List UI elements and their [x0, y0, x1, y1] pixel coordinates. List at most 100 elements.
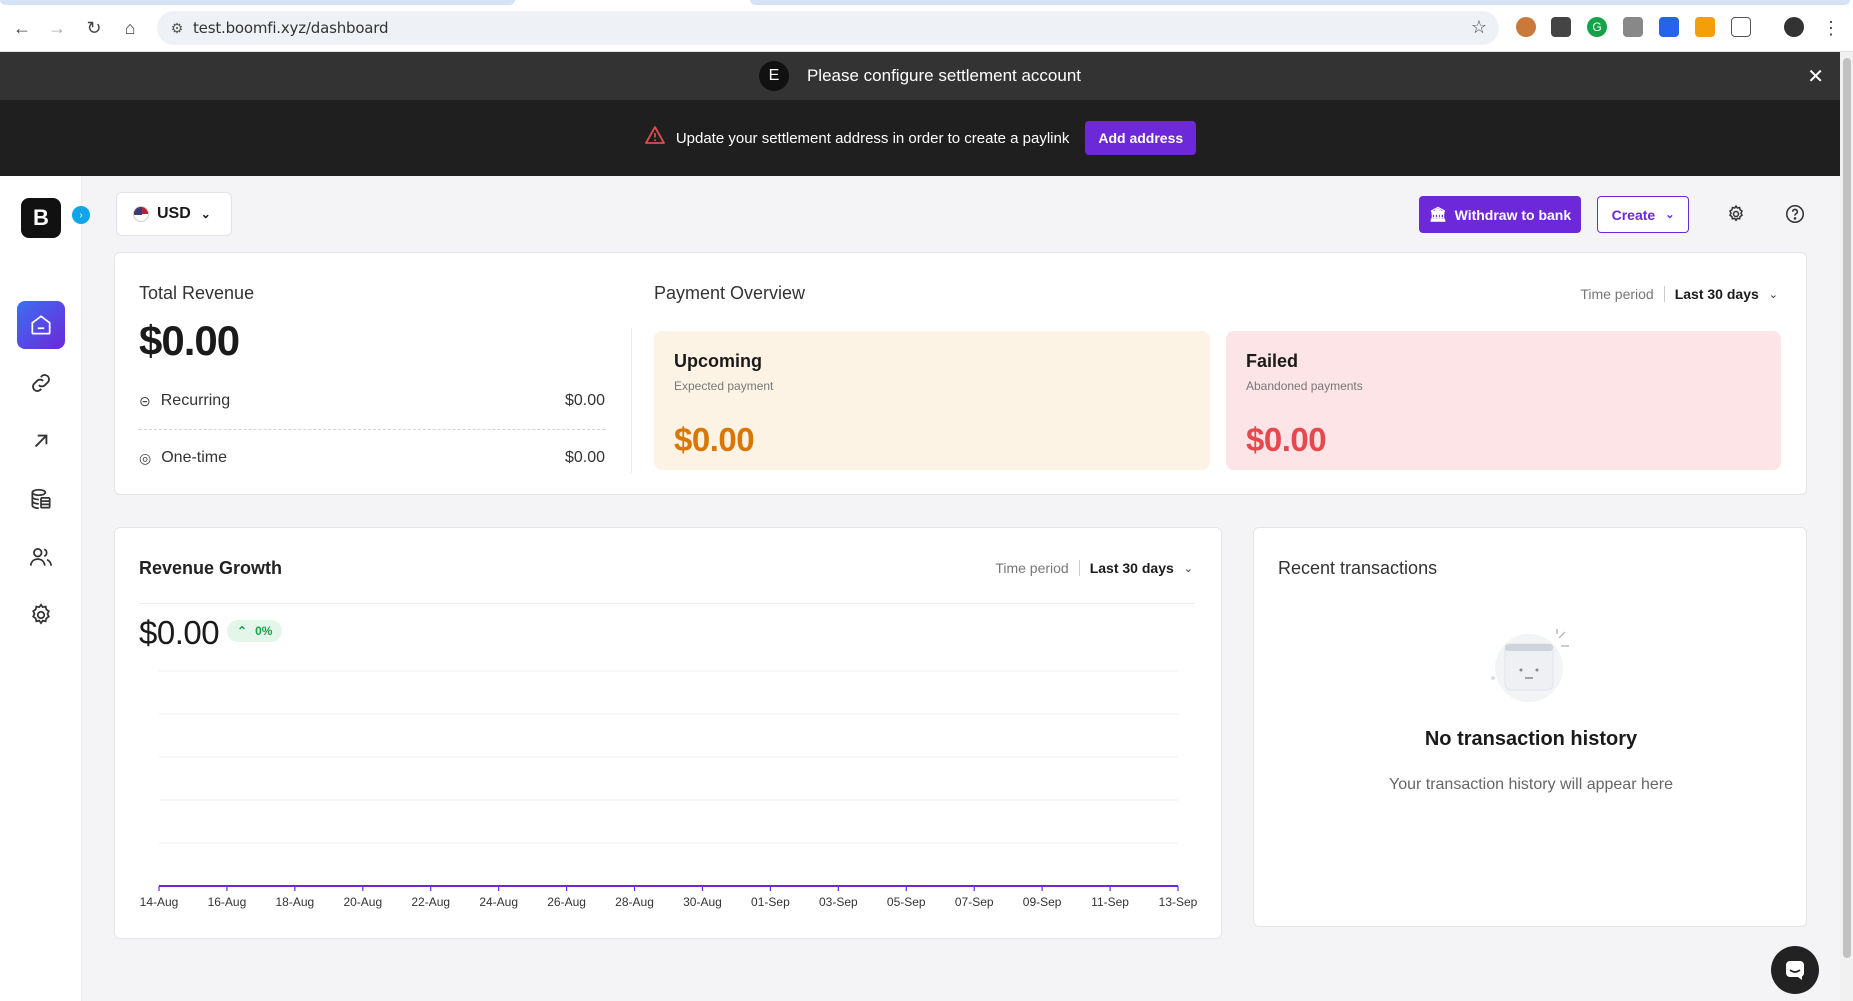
back-icon[interactable]: ←	[10, 16, 34, 40]
url-text[interactable]: test.boomfi.xyz/dashboard	[193, 19, 389, 37]
warning-text: Update your settlement address in order …	[675, 129, 1070, 147]
sidebar-item-home[interactable]	[17, 301, 65, 349]
period-value: Last 30 days	[1674, 286, 1759, 302]
x-tick-label: 11-Sep	[1091, 895, 1129, 909]
payment-overview-title: Payment Overview	[654, 283, 806, 303]
recent-transactions-title: Recent transactions	[1278, 558, 1438, 578]
browser-toolbar: ← → ↻ ⌂ ⚙ test.boomfi.xyz/dashboard ☆ G …	[0, 0, 1853, 52]
x-tick-label: 20-Aug	[343, 895, 382, 909]
total-revenue-title: Total Revenue	[139, 283, 255, 303]
chevron-down-icon: ⌄	[200, 207, 211, 221]
upcoming-title: Upcoming	[674, 351, 762, 371]
onetime-row: ◎ One-time $0.00	[139, 449, 605, 467]
recurring-icon: ⊝	[139, 392, 151, 409]
failed-card: Failed Abandoned payments $0.00	[1226, 331, 1781, 470]
recurring-row: ⊝ Recurring $0.00	[139, 392, 605, 410]
grammarly-icon[interactable]: G	[1587, 17, 1607, 37]
chevron-down-icon: ⌄	[1768, 288, 1778, 301]
withdraw-label: Withdraw to bank	[1454, 206, 1572, 223]
bank-icon: 🏛	[1428, 206, 1447, 222]
total-revenue-value: $0.00	[139, 317, 240, 364]
onetime-label: One-time	[161, 449, 228, 466]
metamask-icon[interactable]	[1695, 17, 1715, 37]
profile-avatar[interactable]	[1784, 17, 1804, 37]
home-icon	[31, 315, 51, 335]
x-tick-label: 07-Sep	[955, 895, 994, 909]
upcoming-card: Upcoming Expected payment $0.00	[654, 331, 1210, 470]
help-icon[interactable]	[1783, 202, 1807, 226]
home-icon[interactable]: ⌂	[118, 16, 142, 40]
arrow-up-right-icon	[34, 434, 48, 448]
users-icon	[29, 548, 53, 566]
overview-card: Total Revenue $0.00 ⊝ Recurring $0.00 ◎ On…	[114, 252, 1807, 495]
tab-strip	[0, 0, 1853, 5]
reload-icon[interactable]: ↻	[82, 16, 106, 40]
gear-icon	[32, 603, 50, 625]
close-icon[interactable]: ✕	[1807, 64, 1824, 89]
x-tick-label: 24-Aug	[479, 895, 518, 909]
sidebar-item-settings[interactable]	[17, 591, 65, 639]
us-flag-icon	[133, 206, 149, 222]
x-tick-label: 28-Aug	[615, 895, 654, 909]
address-bar[interactable]: ⚙ test.boomfi.xyz/dashboard ☆	[157, 11, 1499, 45]
revenue-growth-card: Revenue Growth Time period Last 30 days …	[114, 527, 1222, 939]
empty-state-subtitle: Your transaction history will appear her…	[1388, 776, 1673, 793]
add-address-button[interactable]: Add address	[1085, 121, 1197, 155]
sidebar-expand-icon[interactable]: ›	[72, 206, 90, 224]
forward-icon[interactable]: →	[45, 16, 69, 40]
upcoming-value: $0.00	[674, 421, 755, 458]
settings-gear-icon[interactable]	[1724, 202, 1748, 226]
bookmark-star-icon[interactable]: ☆	[1471, 17, 1487, 38]
chevron-down-icon: ⌄	[1665, 209, 1675, 221]
x-tick-label: 14-Aug	[140, 895, 179, 909]
overview-period-selector[interactable]: Time period Last 30 days ⌄	[1580, 286, 1778, 302]
empty-state-illustration	[1491, 629, 1569, 702]
camera-extension-icon[interactable]	[1623, 17, 1643, 37]
empty-state-title: No transaction history	[1424, 728, 1638, 750]
failed-subtitle: Abandoned payments	[1246, 379, 1363, 393]
sidebar-item-links[interactable]	[17, 359, 65, 407]
chat-support-button[interactable]	[1771, 946, 1819, 994]
extensions-puzzle-icon[interactable]	[1731, 17, 1751, 37]
chat-icon	[1786, 961, 1804, 980]
currency-selector[interactable]: USD ⌄	[116, 192, 232, 236]
create-label: Create	[1611, 206, 1656, 223]
currency-value: USD	[157, 205, 191, 222]
x-tick-label: 18-Aug	[276, 895, 315, 909]
extension-icon[interactable]	[1516, 17, 1536, 37]
sidebar-item-transactions[interactable]	[17, 475, 65, 523]
x-tick-label: 22-Aug	[411, 895, 450, 909]
x-tick-label: 30-Aug	[683, 895, 722, 909]
create-button[interactable]: Create ⌄	[1597, 196, 1689, 233]
recent-transactions-card: Recent transactions No transaction histo…	[1253, 527, 1807, 927]
site-settings-icon[interactable]: ⚙	[167, 18, 187, 38]
x-tick-label: 01-Sep	[751, 895, 790, 909]
sidebar-item-payouts[interactable]	[17, 417, 65, 465]
page-scrollbar[interactable]	[1840, 52, 1853, 1001]
recurring-label: Recurring	[160, 392, 231, 409]
sidebar: B	[0, 176, 82, 1001]
extension-blue-icon[interactable]	[1659, 17, 1679, 37]
x-tick-label: 16-Aug	[208, 895, 247, 909]
link-icon	[32, 374, 50, 392]
coins-stack-icon	[31, 488, 51, 510]
warning-icon	[644, 125, 666, 151]
browser-menu-icon[interactable]: ⋮	[1819, 16, 1843, 40]
failed-title: Failed	[1246, 351, 1299, 371]
withdraw-to-bank-button[interactable]: 🏛 Withdraw to bank	[1419, 196, 1581, 233]
sidebar-item-customers[interactable]	[17, 533, 65, 581]
failed-value: $0.00	[1246, 421, 1327, 458]
x-tick-label: 05-Sep	[887, 895, 926, 909]
boomfi-logo[interactable]: B	[21, 198, 61, 238]
revenue-growth-chart: 14-Aug 16-Aug 18-Aug 20-Aug 22-Aug 24-Aug 26-A…	[140, 670, 1198, 909]
x-tick-label: 09-Sep	[1023, 895, 1062, 909]
settlement-notice-bar: E Please configure settlement account ✕	[0, 52, 1840, 100]
onetime-value: $0.00	[564, 449, 605, 466]
x-tick-label: 03-Sep	[819, 895, 858, 909]
qr-extension-icon[interactable]	[1551, 17, 1571, 37]
notice-avatar: E	[758, 61, 789, 91]
recurring-value: $0.00	[564, 392, 605, 409]
divider	[139, 429, 605, 430]
onetime-icon: ◎	[139, 449, 152, 466]
upcoming-subtitle: Expected payment	[674, 379, 774, 393]
